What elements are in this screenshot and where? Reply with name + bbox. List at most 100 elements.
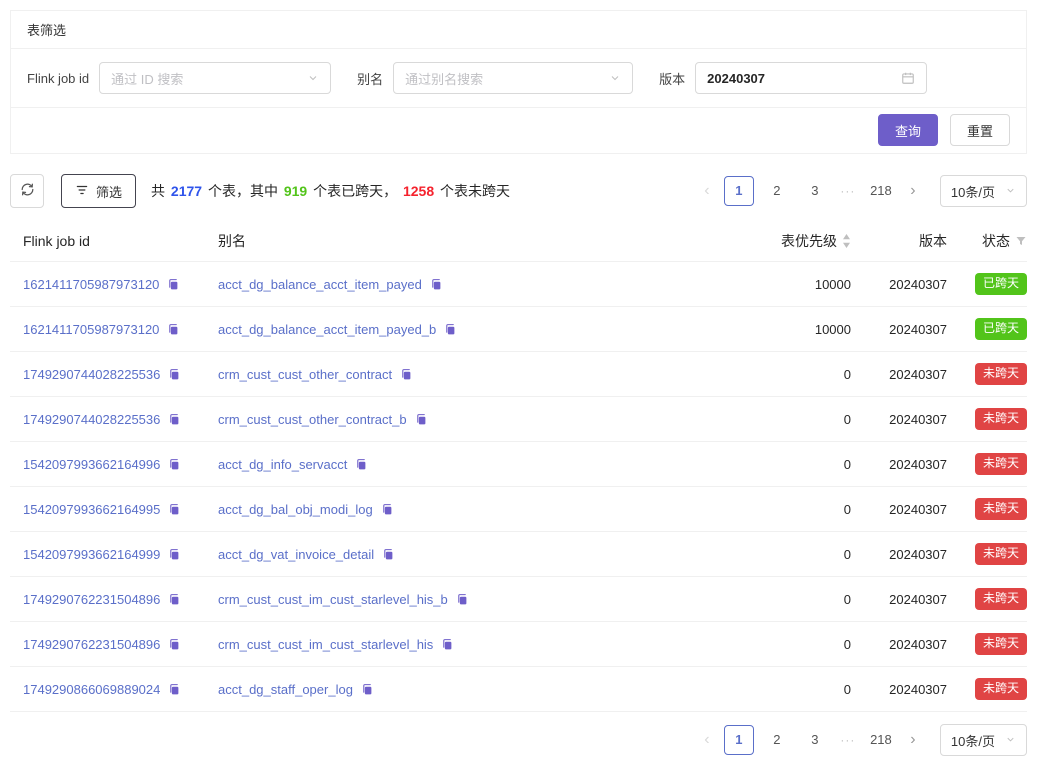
priority-cell: 10000 [731,322,851,337]
flink-job-id-select[interactable]: 通过 ID 搜索 [99,62,331,94]
status-cell: 未跨天 [947,363,1027,385]
copy-icon[interactable] [166,323,179,336]
reset-button[interactable]: 重置 [950,114,1010,146]
alias-cell: acct_dg_bal_obj_modi_log [206,502,731,517]
copy-icon[interactable] [167,638,180,651]
page-size-select-bottom[interactable]: 10条/页 [940,724,1027,756]
flink-job-id-link[interactable]: 1542097993662164995 [23,502,160,517]
page-button-2[interactable]: 2 [762,725,792,755]
prev-page-button[interactable]: ‹ [696,725,718,755]
copy-icon[interactable] [354,458,367,471]
copy-icon[interactable] [166,278,179,291]
copy-icon[interactable] [429,278,442,291]
table-row: 1621411705987973120 acct_dg_balance_acct… [10,307,1027,352]
priority-cell: 0 [731,457,851,472]
flink-job-id-cell: 1749290744028225536 [10,412,206,427]
tables-table: Flink job id 别名 表优先级 版本 状态 [10,220,1027,712]
alias-link[interactable]: crm_cust_cust_other_contract_b [218,412,407,427]
copy-icon[interactable] [399,368,412,381]
table-body: 1621411705987973120 acct_dg_balance_acct… [10,262,1027,712]
summary-part: 个表，其中 [204,183,282,199]
alias-cell: crm_cust_cust_im_cust_starlevel_his [206,637,731,652]
summary-part: 个表已跨天， [309,183,401,199]
alias-link[interactable]: crm_cust_cust_other_contract [218,367,392,382]
column-status: 状态 [947,231,1027,251]
flink-job-id-link[interactable]: 1749290762231504896 [23,637,160,652]
copy-icon[interactable] [360,683,373,696]
table-row: 1542097993662164996 acct_dg_info_servacc… [10,442,1027,487]
flink-job-id-link[interactable]: 1749290866069889024 [23,682,160,697]
query-button[interactable]: 查询 [878,114,938,146]
alias-link[interactable]: acct_dg_staff_oper_log [218,682,353,697]
table-row: 1749290866069889024 acct_dg_staff_oper_l… [10,667,1027,712]
alias-link[interactable]: acct_dg_balance_acct_item_payed [218,277,422,292]
flink-job-id-link[interactable]: 1621411705987973120 [23,322,159,337]
alias-link[interactable]: acct_dg_bal_obj_modi_log [218,502,373,517]
copy-icon[interactable] [167,413,180,426]
copy-icon[interactable] [167,593,180,606]
flink-job-id-link[interactable]: 1542097993662164999 [23,547,160,562]
alias-cell: crm_cust_cust_other_contract_b [206,412,731,427]
refresh-button[interactable] [10,174,44,208]
page-button-3[interactable]: 3 [800,176,830,206]
alias-link[interactable]: crm_cust_cust_im_cust_starlevel_his [218,637,433,652]
flink-job-id-link[interactable]: 1749290744028225536 [23,367,160,382]
table-toolbar: 筛选 共 2177 个表，其中 919 个表已跨天， 1258 个表未跨天 ‹1… [10,174,1027,208]
page-button-1[interactable]: 1 [724,176,754,206]
next-page-button[interactable]: › [902,725,924,755]
copy-icon[interactable] [440,638,453,651]
alias-select[interactable]: 通过别名搜索 [393,62,633,94]
flink-job-id-cell: 1621411705987973120 [10,277,206,292]
flink-job-id-link[interactable]: 1621411705987973120 [23,277,159,292]
table-header: Flink job id 别名 表优先级 版本 状态 [10,220,1027,262]
next-page-button[interactable]: › [902,176,924,206]
status-cell: 已跨天 [947,318,1027,340]
pagination-top: ‹123···218› [694,176,926,206]
alias-link[interactable]: acct_dg_vat_invoice_detail [218,547,374,562]
version-cell: 20240307 [851,592,947,607]
priority-cell: 0 [731,592,851,607]
filter-toggle-button[interactable]: 筛选 [61,174,136,208]
summary-text: 共 2177 个表，其中 919 个表已跨天， 1258 个表未跨天 [151,181,510,201]
flink-job-id-cell: 1542097993662164996 [10,457,206,472]
copy-icon[interactable] [167,503,180,516]
copy-icon[interactable] [167,683,180,696]
copy-icon[interactable] [414,413,427,426]
flink-job-id-cell: 1542097993662164999 [10,547,206,562]
flink-job-id-link[interactable]: 1749290744028225536 [23,412,160,427]
column-label: 版本 [919,231,947,251]
status-badge: 未跨天 [975,453,1027,475]
alias-link[interactable]: crm_cust_cust_im_cust_starlevel_his_b [218,592,448,607]
copy-icon[interactable] [455,593,468,606]
alias-link[interactable]: acct_dg_info_servacct [218,457,347,472]
flink-job-id-link[interactable]: 1542097993662164996 [23,457,160,472]
status-cell: 未跨天 [947,678,1027,700]
alias-cell: acct_dg_balance_acct_item_payed_b [206,322,731,337]
version-date-input[interactable]: 20240307 [695,62,927,94]
alias-link[interactable]: acct_dg_balance_acct_item_payed_b [218,322,436,337]
page-button-218[interactable]: 218 [866,176,896,206]
copy-icon[interactable] [167,458,180,471]
flink-job-id-link[interactable]: 1749290762231504896 [23,592,160,607]
copy-icon[interactable] [381,548,394,561]
page-button-218[interactable]: 218 [866,725,896,755]
page-button-2[interactable]: 2 [762,176,792,206]
page-button-3[interactable]: 3 [800,725,830,755]
filter-funnel-icon[interactable] [1015,235,1027,247]
version-field: 版本 20240307 [659,62,927,94]
sort-icon[interactable] [842,234,851,248]
prev-page-button[interactable]: ‹ [696,176,718,206]
summary-part: 共 [151,183,169,199]
copy-icon[interactable] [443,323,456,336]
table-row: 1621411705987973120 acct_dg_balance_acct… [10,262,1027,307]
status-cell: 已跨天 [947,273,1027,295]
status-cell: 未跨天 [947,408,1027,430]
alias-cell: acct_dg_info_servacct [206,457,731,472]
summary-crossed-count: 919 [284,183,307,199]
priority-cell: 10000 [731,277,851,292]
copy-icon[interactable] [167,368,180,381]
copy-icon[interactable] [167,548,180,561]
copy-icon[interactable] [380,503,393,516]
page-button-1[interactable]: 1 [724,725,754,755]
page-size-select-top[interactable]: 10条/页 [940,175,1027,207]
